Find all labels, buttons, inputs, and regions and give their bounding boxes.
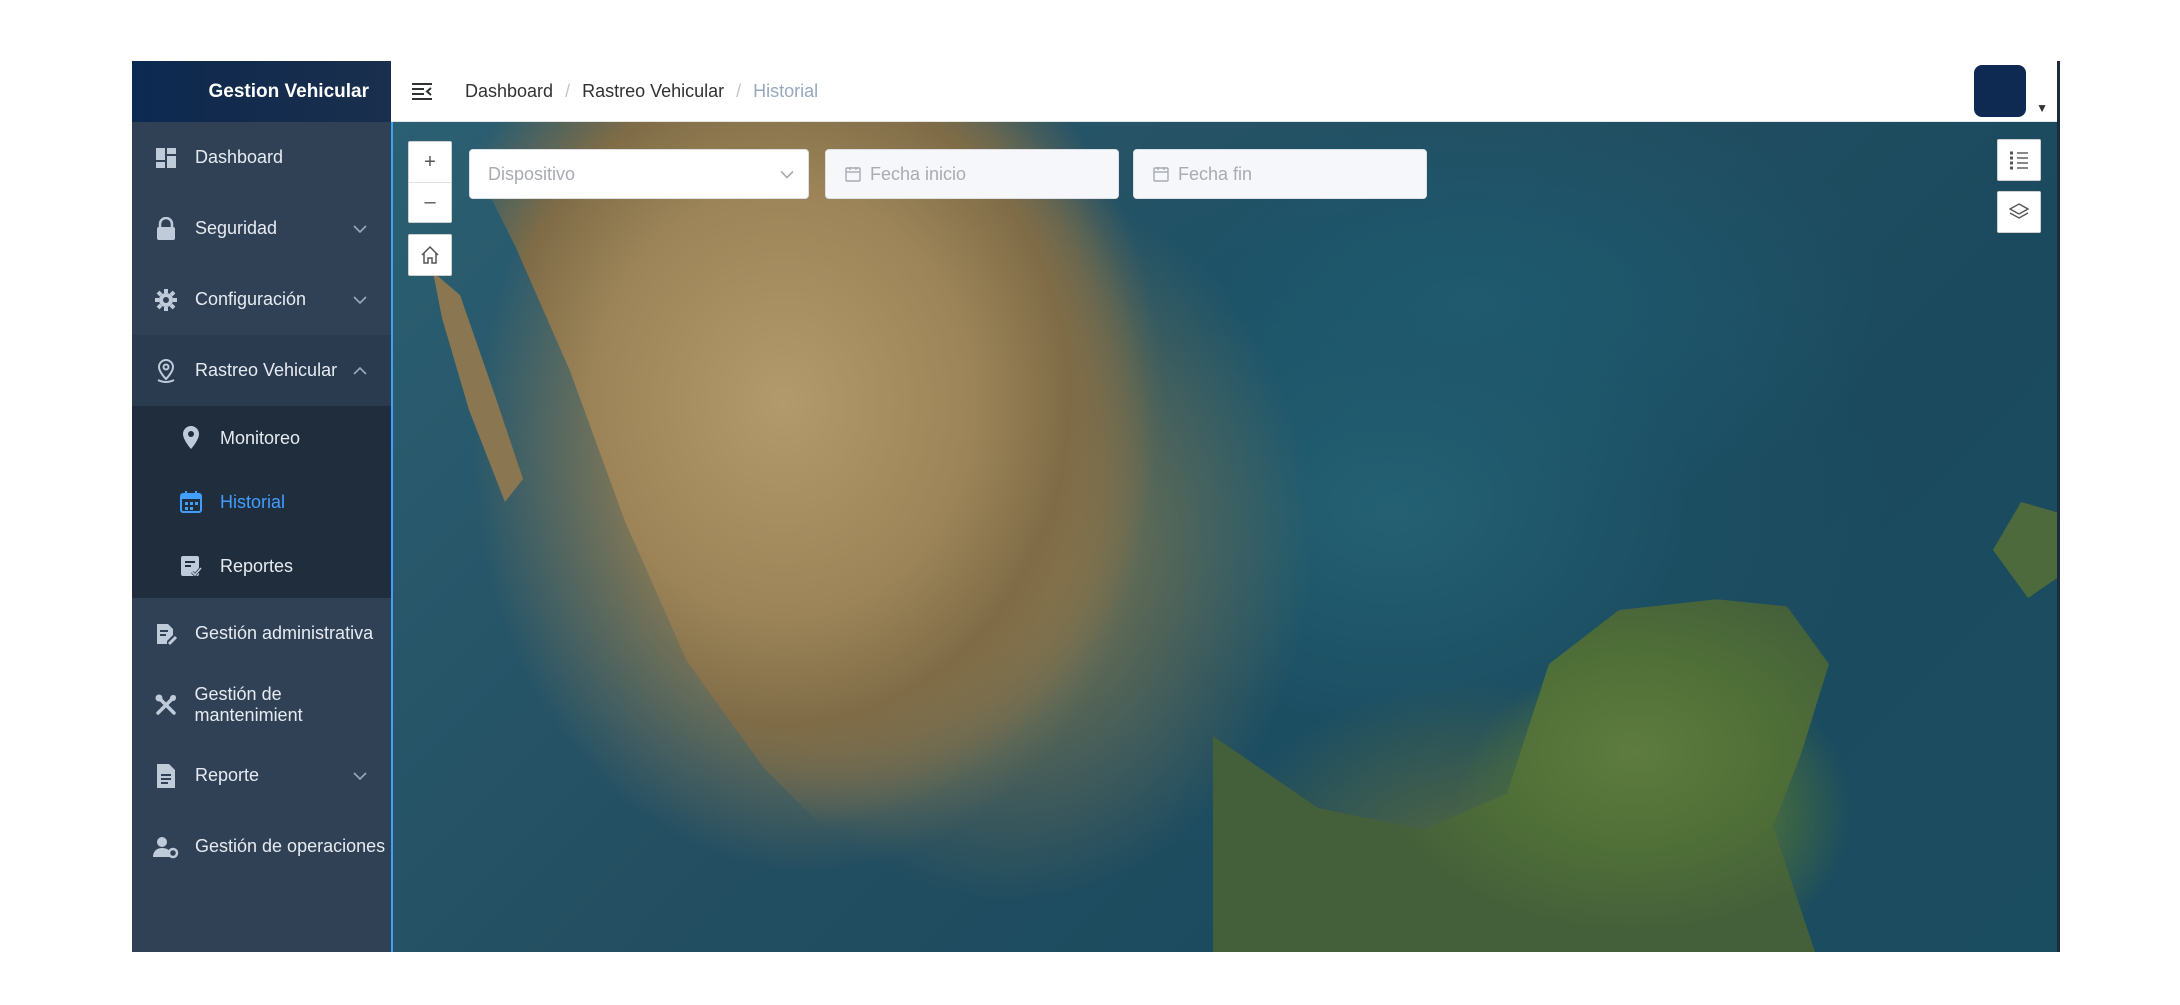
document-edit-icon: [153, 621, 179, 647]
map-landmass: [1213, 599, 1829, 952]
breadcrumb-separator: /: [736, 80, 742, 101]
menu-fold-icon[interactable]: [409, 78, 435, 104]
sidebar-item-label: Gestión de operaciones: [195, 836, 386, 856]
dashboard-icon: [153, 145, 179, 171]
sidebar-item-dashboard[interactable]: Dashboard: [132, 122, 391, 193]
sidebar-item-monitoreo[interactable]: Monitoreo: [132, 406, 391, 470]
breadcrumb-item-historial: Historial: [753, 80, 819, 101]
user-menu[interactable]: ▼: [1974, 65, 2048, 117]
report-icon: [178, 553, 204, 579]
sidebar-item-rastreo-vehicular[interactable]: Rastreo Vehicular: [132, 335, 391, 406]
window-edge: [2057, 61, 2060, 952]
list-icon[interactable]: [1998, 140, 2040, 180]
home-control: [408, 234, 452, 276]
gear-icon: [153, 287, 179, 313]
end-date-field[interactable]: Fecha fin: [1133, 149, 1427, 199]
satellite-map[interactable]: + – Dispositivo Fecha inicio Fecha fin: [391, 122, 2057, 952]
map-pin-outline-icon: [153, 358, 179, 384]
sidebar-item-label: Rastreo Vehicular: [195, 360, 338, 380]
chevron-down-icon: [780, 164, 794, 185]
zoom-controls: + –: [408, 141, 452, 223]
start-date-placeholder: Fecha inicio: [870, 163, 967, 184]
document-icon: [153, 763, 179, 789]
sidebar-item-gestion-mantenimiento[interactable]: Gestión de mantenimient: [132, 669, 391, 740]
user-gear-icon: [153, 834, 179, 860]
sidebar-item-gestion-administrativa[interactable]: Gestión administrativa: [132, 598, 391, 669]
sidebar-item-label: Historial: [220, 491, 286, 512]
submenu-rastreo: Monitoreo Historial Reportes: [132, 406, 391, 598]
device-select[interactable]: Dispositivo: [469, 149, 809, 199]
calendar-icon: [844, 165, 862, 183]
calendar-icon: [1152, 165, 1170, 183]
app-window: Gestion Vehicular Dashboard Seguridad Co…: [132, 61, 2060, 952]
avatar[interactable]: [1974, 65, 2027, 117]
lock-icon: [153, 216, 179, 242]
zoom-out-button[interactable]: –: [409, 182, 451, 222]
breadcrumb-separator: /: [565, 80, 571, 101]
top-header: Dashboard / Rastreo Vehicular / Historia…: [391, 61, 2060, 122]
sidebar-item-configuracion[interactable]: Configuración: [132, 264, 391, 335]
zoom-in-button[interactable]: +: [409, 142, 451, 182]
device-select-placeholder: Dispositivo: [488, 163, 576, 184]
sidebar-item-label: Gestión de mantenimient: [194, 683, 303, 725]
sidebar: Gestion Vehicular Dashboard Seguridad Co…: [132, 61, 391, 952]
home-icon[interactable]: [409, 235, 451, 275]
sidebar-item-reporte[interactable]: Reporte: [132, 740, 391, 811]
location-icon: [178, 425, 204, 451]
chevron-down-icon: [353, 221, 367, 237]
sidebar-item-seguridad[interactable]: Seguridad: [132, 193, 391, 264]
legend-control: [1997, 139, 2041, 181]
layers-icon[interactable]: [1998, 192, 2040, 232]
sidebar-item-reportes[interactable]: Reportes: [132, 534, 391, 598]
chevron-down-icon: [353, 292, 367, 308]
sidebar-item-label: Dashboard: [195, 147, 284, 167]
sidebar-item-label: Reporte: [195, 765, 260, 785]
caret-down-icon[interactable]: ▼: [2036, 101, 2048, 115]
sidebar-item-historial[interactable]: Historial: [132, 470, 391, 534]
sidebar-item-label: Configuración: [195, 289, 307, 309]
sidebar-item-label: Seguridad: [195, 218, 278, 238]
breadcrumb-item-dashboard[interactable]: Dashboard: [465, 81, 553, 102]
chevron-down-icon: [353, 768, 367, 784]
sidebar-item-label: Monitoreo: [220, 427, 301, 448]
start-date-field[interactable]: Fecha inicio: [825, 149, 1119, 199]
map-landmass: [433, 272, 523, 502]
map-landmass: [1993, 502, 2057, 598]
breadcrumb: Dashboard / Rastreo Vehicular / Historia…: [465, 81, 818, 102]
brand-title: Gestion Vehicular: [132, 61, 391, 122]
sidebar-item-label: Gestión administrativa: [195, 623, 374, 643]
breadcrumb-item-rastreo[interactable]: Rastreo Vehicular: [582, 81, 724, 102]
calendar-icon: [178, 489, 204, 515]
sidebar-item-gestion-operaciones[interactable]: Gestión de operaciones: [132, 811, 391, 882]
end-date-placeholder: Fecha fin: [1178, 163, 1253, 184]
tools-icon: [153, 692, 179, 718]
layers-control: [1997, 191, 2041, 233]
map-landmass: [453, 122, 1233, 952]
sidebar-item-label: Reportes: [220, 555, 294, 576]
chevron-up-icon: [353, 363, 367, 379]
